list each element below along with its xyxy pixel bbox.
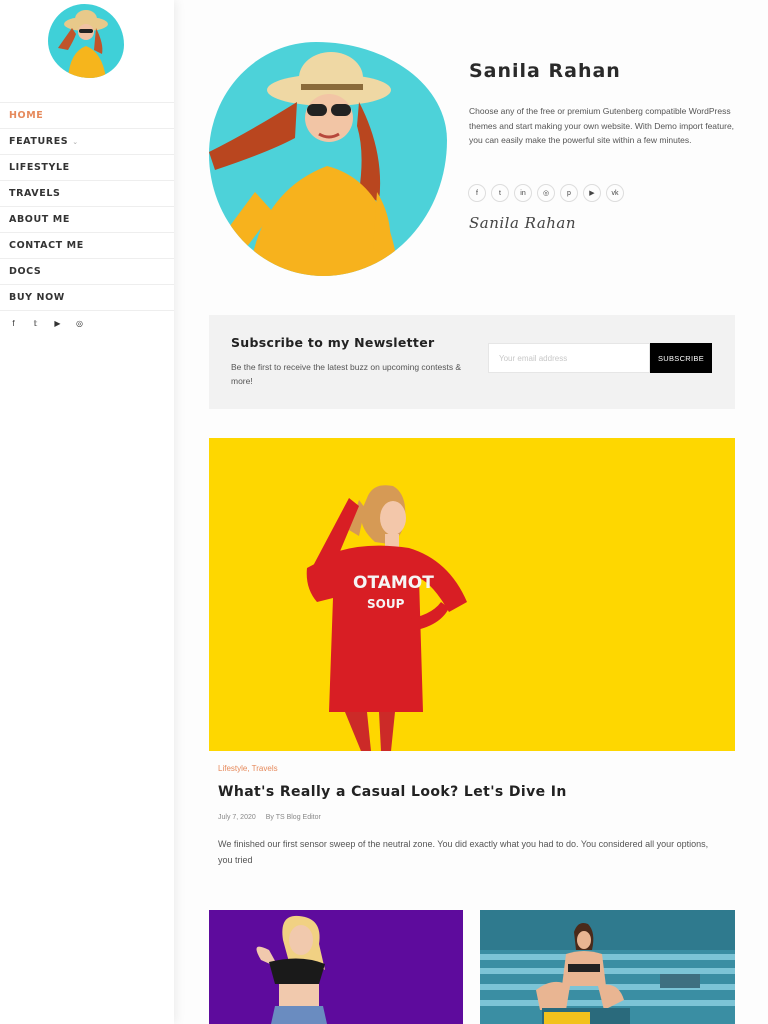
email-input[interactable] — [488, 343, 650, 373]
nav-item-label: FEATURES — [9, 136, 69, 147]
nav-item-label: LIFESTYLE — [9, 162, 70, 173]
nav-item-features[interactable]: FEATURES ⌄ — [0, 129, 174, 155]
sidebar-social-links: f 𝕥 ▶ ◎ — [9, 319, 84, 328]
newsletter-description: Be the first to receive the latest buzz … — [231, 362, 462, 386]
profile-social-links: f t in ◎ p ▶ vk — [468, 184, 624, 202]
nav-item-label: CONTACT ME — [9, 240, 84, 251]
nav-item-label: DOCS — [9, 266, 42, 277]
profile-bio: Choose any of the free or premium Gutenb… — [469, 106, 735, 145]
sweater-print-line2: SOUP — [367, 597, 405, 611]
nav-item-buy-now[interactable]: BUY NOW — [0, 285, 174, 311]
pinterest-icon[interactable]: p — [560, 184, 578, 202]
twitter-icon[interactable]: t — [491, 184, 509, 202]
instagram-icon[interactable]: ◎ — [537, 184, 555, 202]
nav-item-home[interactable]: HOME — [0, 103, 174, 129]
post-categories: Lifestyle, Travels — [218, 764, 278, 773]
twitter-icon[interactable]: 𝕥 — [31, 319, 40, 328]
post-author[interactable]: By TS Blog Editor — [266, 814, 321, 821]
nav-item-contact-me[interactable]: CONTACT ME — [0, 233, 174, 259]
post-excerpt: We finished our first sensor sweep of th… — [218, 839, 709, 865]
subscribe-button[interactable]: SUBSCRIBE — [650, 343, 712, 373]
nav-item-label: BUY NOW — [9, 292, 65, 303]
site-logo-avatar[interactable] — [48, 4, 124, 78]
signature: Sanila Rahan — [469, 214, 577, 232]
facebook-icon[interactable]: f — [9, 319, 18, 328]
newsletter-box: Subscribe to my Newsletter Be the first … — [209, 315, 735, 409]
nav-item-docs[interactable]: DOCS — [0, 259, 174, 285]
profile-name: Sanila Rahan — [469, 60, 621, 82]
post-meta: July 7, 2020 By TS Blog Editor — [218, 814, 329, 821]
nav-item-about-me[interactable]: ABOUT ME — [0, 207, 174, 233]
nav-item-label: ABOUT ME — [9, 214, 70, 225]
nav-item-label: HOME — [9, 110, 44, 121]
linkedin-icon[interactable]: in — [514, 184, 532, 202]
sidebar: HOME FEATURES ⌄ LIFESTYLE TRAVELS ABOUT M… — [0, 0, 174, 1024]
nav-item-lifestyle[interactable]: LIFESTYLE — [0, 155, 174, 181]
nav-item-travels[interactable]: TRAVELS — [0, 181, 174, 207]
featured-post-image[interactable]: OTAMOT SOUP — [209, 438, 735, 751]
post-date: July 7, 2020 — [218, 814, 256, 821]
chevron-down-icon: ⌄ — [72, 137, 79, 146]
newsletter-title: Subscribe to my Newsletter — [231, 335, 435, 350]
youtube-icon[interactable]: ▶ — [53, 319, 62, 328]
main-nav: HOME FEATURES ⌄ LIFESTYLE TRAVELS ABOUT M… — [0, 102, 174, 311]
youtube-icon[interactable]: ▶ — [583, 184, 601, 202]
post-title[interactable]: What's Really a Casual Look? Let's Dive … — [218, 784, 567, 800]
instagram-icon[interactable]: ◎ — [75, 319, 84, 328]
category-link-lifestyle[interactable]: Lifestyle — [218, 764, 247, 773]
post-card-image[interactable] — [209, 910, 463, 1024]
vk-icon[interactable]: vk — [606, 184, 624, 202]
facebook-icon[interactable]: f — [468, 184, 486, 202]
sweater-print-line1: OTAMOT — [353, 573, 434, 593]
category-separator: , — [247, 764, 250, 773]
post-card-image[interactable] — [480, 910, 735, 1024]
nav-item-label: TRAVELS — [9, 188, 61, 199]
main-content: Sanila Rahan Choose any of the free or p… — [174, 0, 768, 1024]
profile-photo — [209, 42, 447, 276]
category-link-travels[interactable]: Travels — [252, 764, 278, 773]
